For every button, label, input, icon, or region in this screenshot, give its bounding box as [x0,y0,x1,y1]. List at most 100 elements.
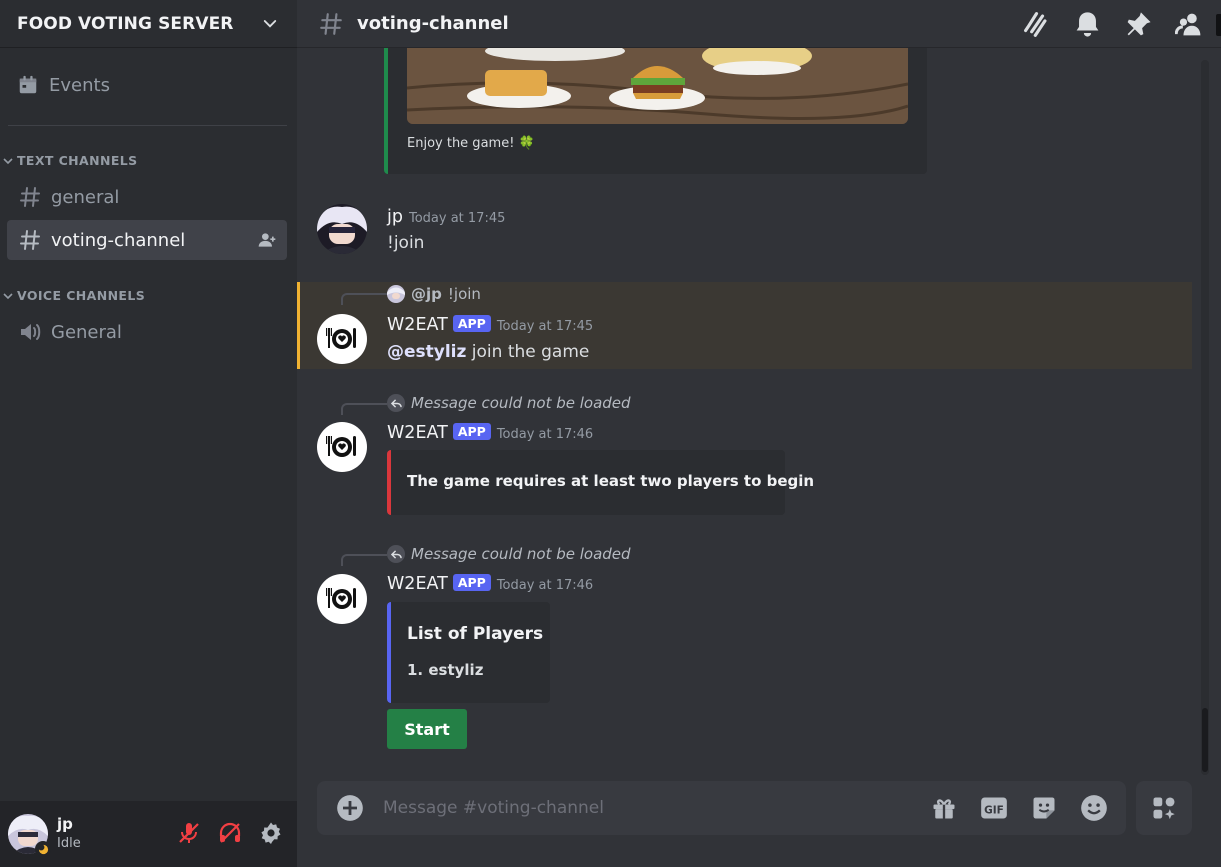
gear-icon[interactable] [259,821,283,845]
message-header: W2EAT APP Today at 17:46 [387,574,593,594]
events-item[interactable]: Events [17,74,110,96]
svg-text:GIF: GIF [984,804,1004,816]
gift-icon[interactable] [930,794,958,822]
message-input[interactable] [383,798,903,818]
sidebar-item-voting-channel[interactable]: voting-channel [7,220,287,260]
channel-header: voting-channel [297,0,1221,48]
channel-title: voting-channel [357,13,509,34]
chevron-down-icon [3,157,13,164]
bot-avatar[interactable] [317,574,367,624]
speaker-icon [21,324,41,340]
message-content: !join [387,233,425,253]
channel-label: voting-channel [51,229,186,251]
server-name: FOOD VOTING SERVER [17,13,234,34]
user-panel: jp Idle [0,801,297,867]
reply-content: Message could not be loaded [411,545,631,563]
category-voice-channels[interactable]: VOICE CHANNELS [3,288,145,303]
avatar[interactable] [317,204,367,254]
category-label: TEXT CHANNELS [17,153,138,168]
plate-utensils-icon [326,436,356,457]
mic-muted-icon[interactable] [177,821,201,845]
emoji-icon[interactable] [1080,794,1108,822]
chat-area: voting-channel Enjoy the game! 🍀 jp Toda… [297,0,1221,867]
message-content: @estyliz join the game [387,342,589,362]
chevron-down-icon [3,292,13,299]
threads-icon[interactable] [1022,10,1051,39]
apps-button[interactable] [1136,781,1192,835]
deafen-icon[interactable] [218,821,242,845]
idle-status-icon [35,841,51,857]
reply-author: @jp [411,285,442,303]
scrollbar-track[interactable] [1201,60,1209,775]
scrollbar-thumb[interactable] [1202,708,1208,772]
embed-image[interactable] [407,48,908,124]
add-member-icon[interactable] [257,230,277,250]
embed-text: Enjoy the game! 🍀 [407,136,535,151]
sidebar-item-voice-general[interactable]: General [7,312,287,352]
category-label: VOICE CHANNELS [17,288,146,303]
category-text-channels[interactable]: TEXT CHANNELS [3,153,138,168]
reply-arrow-icon [387,545,405,563]
apps-icon [1153,797,1175,820]
start-button[interactable]: Start [387,709,467,749]
error-embed: The game requires at least two players t… [387,450,814,515]
channel-label: General [51,321,122,343]
channel-sidebar: FOOD VOTING SERVER Events TEXT CHANNELS … [0,0,297,867]
embed-text: The game requires at least two players t… [407,472,815,490]
user-status: Idle [57,836,81,851]
hash-icon [20,187,40,207]
game-embed: Enjoy the game! 🍀 [384,48,927,174]
reply-preview[interactable]: @jp !join [387,285,481,303]
pin-icon[interactable] [1124,10,1153,39]
message-timestamp: Today at 17:45 [496,319,594,334]
embed-item: 1. estyliz [407,661,484,679]
hash-icon [320,12,342,35]
members-icon[interactable] [1175,10,1204,39]
message-header: W2EAT APP Today at 17:45 [387,315,593,335]
embed-title: List of Players [407,624,544,644]
bot-avatar[interactable] [317,422,367,472]
reply-connector [341,293,387,305]
app-badge: APP [452,315,491,332]
message-author[interactable]: W2EAT [387,423,448,443]
message-text: join the game [466,342,590,362]
message-timestamp: Today at 17:46 [496,427,594,442]
message-timestamp: Today at 17:45 [408,211,506,226]
plate-utensils-icon [326,328,356,349]
sticker-icon[interactable] [1030,794,1058,822]
sidebar-divider [8,125,287,126]
reply-arrow-icon [387,394,405,412]
message-author[interactable]: W2EAT [387,315,448,335]
user-mention[interactable]: @estyliz [387,342,466,362]
bell-icon[interactable] [1073,10,1102,39]
message-author[interactable]: W2EAT [387,574,448,594]
server-header[interactable]: FOOD VOTING SERVER [0,0,297,48]
reply-preview: Message could not be loaded [387,394,631,412]
avatar[interactable] [8,814,51,857]
app-badge: APP [452,423,491,440]
reply-content: Message could not be loaded [411,394,631,412]
players-embed: List of Players 1. estyliz [387,602,550,703]
message-timestamp: Today at 17:46 [496,578,594,593]
reply-content: !join [447,285,481,303]
message-header: jp Today at 17:45 [387,207,505,227]
plate-utensils-icon [326,588,356,609]
bot-avatar[interactable] [317,314,367,364]
message-header: W2EAT APP Today at 17:46 [387,423,593,443]
reply-connector [341,554,387,566]
events-label: Events [49,74,110,96]
avatar [387,285,405,303]
app-badge: APP [452,574,491,591]
gif-icon[interactable]: GIF [980,794,1008,822]
message-author[interactable]: jp [387,207,403,227]
hash-icon [20,230,40,250]
reply-preview: Message could not be loaded [387,545,631,563]
plus-icon[interactable] [336,794,364,822]
chevron-down-icon [263,19,277,28]
channel-label: general [51,186,120,208]
message-composer: GIF [317,781,1126,835]
reply-connector [341,403,387,415]
inbox-edge [1216,14,1221,36]
user-name: jp [57,815,73,833]
sidebar-item-general[interactable]: general [7,177,287,217]
